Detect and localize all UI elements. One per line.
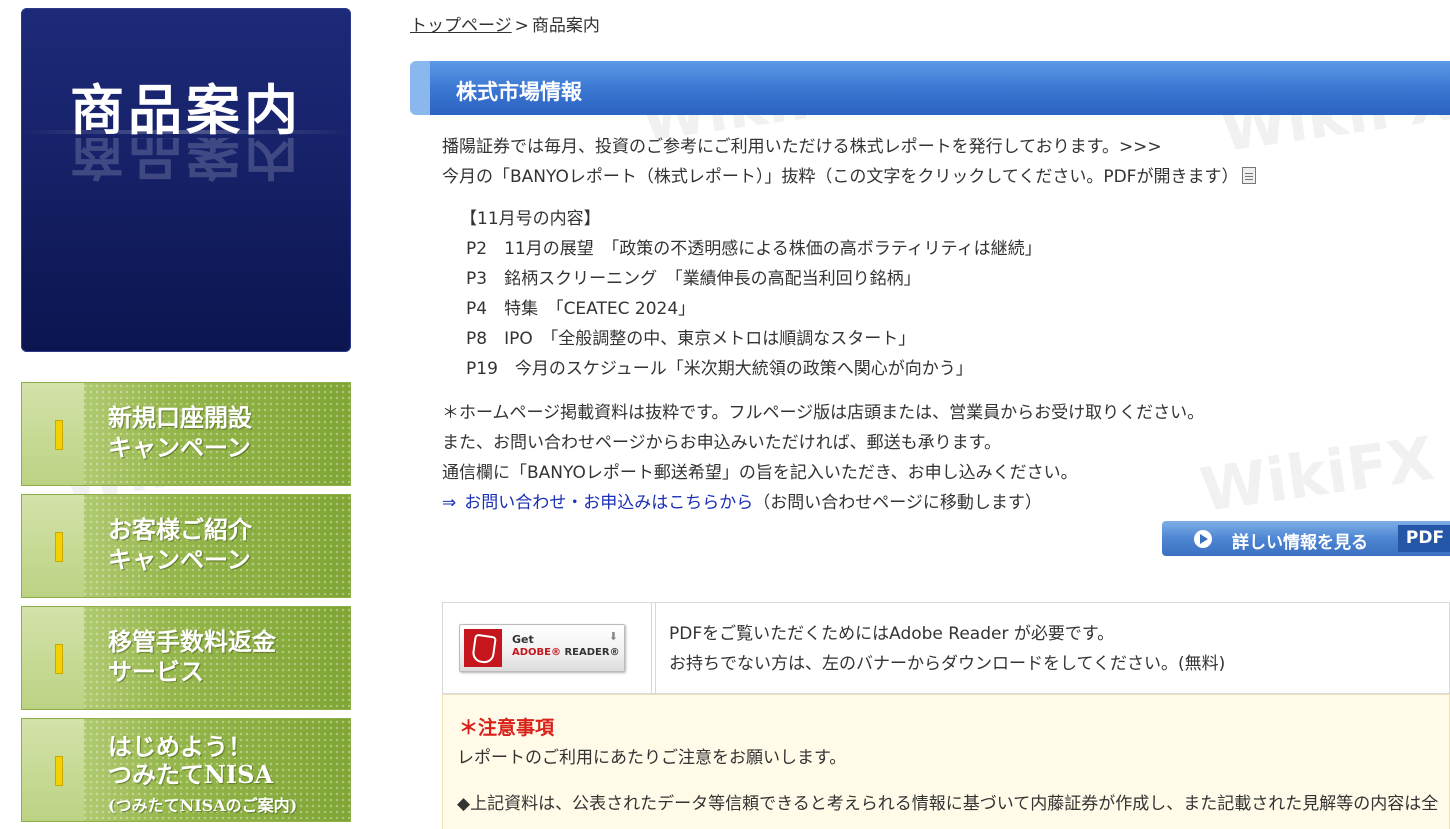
adobe-reader-text: PDFをご覧いただくためにはAdobe Reader が必要です。 お持ちでない… <box>669 619 1225 679</box>
sidebar-item-label: はじめよう！ <box>108 732 252 761</box>
breadcrumb-home-link[interactable]: トップページ <box>410 16 512 36</box>
adobe-line-2: お持ちでない方は、左のバナーからダウンロードをしてください。(無料) <box>669 654 1226 674</box>
sidebar-item-left-panel <box>22 719 84 821</box>
sidebar-item-left-panel <box>22 607 84 709</box>
pdf-tag: PDF <box>1398 525 1450 552</box>
sidebar-item-label: 移管手数料返金 <box>108 627 276 656</box>
contact-link[interactable]: お問い合わせ・お申込みはこちらから <box>464 493 753 513</box>
divider <box>651 603 652 693</box>
sidebar-hero-banner: 商品案内 商品案内 <box>21 8 351 352</box>
section-title: 株式市場情報 <box>456 80 582 104</box>
sidebar-item-left-panel <box>22 495 84 597</box>
sidebar-item-label: つみたてNISA <box>108 760 274 789</box>
caution-title: ＊注意事項 <box>459 717 555 739</box>
adobe-logo-icon <box>464 629 502 667</box>
get-adobe-reader-button[interactable]: Get ADOBE® READER® ⬇ <box>459 624 625 672</box>
adobe-badge-product: READER® <box>564 647 620 658</box>
sidebar-item-referral-campaign[interactable]: お客様ご紹介 キャンペーン <box>21 494 351 598</box>
sidebar-item-label: キャンペーン <box>108 433 251 462</box>
view-details-label: 詳しい情報を見る <box>1232 533 1368 553</box>
play-icon <box>1194 530 1212 548</box>
hero-title-reflection: 商品案内 <box>70 138 302 186</box>
report-pdf-link[interactable]: 今月の「BANYOレポート（株式レポート）」抜粋（この文字をクリックしてください… <box>442 167 1238 187</box>
breadcrumb-current: 商品案内 <box>531 16 600 36</box>
notes-text: ＊ホームページ掲載資料は抜粋です。フルページ版は店頭または、営業員からお受け取り… <box>442 398 1204 518</box>
divider <box>655 603 656 693</box>
breadcrumb: トップページ > 商品案内 <box>410 11 600 36</box>
download-arrow-icon: ⬇ <box>608 630 618 643</box>
intro-line-1: 播陽証券では毎月、投資のご参考にご利用いただける株式レポートを発行しております。… <box>442 137 1162 157</box>
caution-body: ◆上記資料は、公表されたデータ等信頼できると考えられる情報に基づいて内藤証券が作… <box>457 794 1439 814</box>
adobe-line-1: PDFをご覧いただくためにはAdobe Reader が必要です。 <box>669 624 1115 644</box>
adobe-badge-get: Get <box>512 633 534 646</box>
sidebar-item-tsumitate-nisa[interactable]: はじめよう！ つみたてNISA (つみたてNISAのご案内) <box>21 718 351 822</box>
yellow-marker-icon <box>55 532 63 562</box>
watermark: WikiFX <box>1196 424 1439 526</box>
intro-text: 播陽証券では毎月、投資のご参考にご利用いただける株式レポートを発行しております。… <box>442 132 1257 192</box>
sidebar-item-sublabel: (つみたてNISAのご案内) <box>108 796 298 815</box>
yellow-marker-icon <box>55 644 63 674</box>
list-item: P2 11月の展望 「政策の不透明感による株価の高ボラティリティは継続」 <box>466 239 1042 259</box>
hero-title: 商品案内 <box>70 78 302 142</box>
sidebar-item-label: サービス <box>108 657 204 686</box>
report-contents: 【11月号の内容】 P2 11月の展望 「政策の不透明感による株価の高ボラティリ… <box>460 204 1042 384</box>
contents-heading: 【11月号の内容】 <box>460 209 601 229</box>
note-line: ＊ホームページ掲載資料は抜粋です。フルページ版は店頭または、営業員からお受け取り… <box>442 403 1205 423</box>
sidebar: 商品案内 商品案内 新規口座開設 キャンペーン お客様ご紹介 キャンペーン 移管手数… <box>21 8 351 822</box>
adobe-reader-box: Get ADOBE® READER® ⬇ PDFをご覧いただくためにはAdobe… <box>442 602 1450 694</box>
sidebar-item-label: 新規口座開設 <box>108 403 252 432</box>
caution-box: ＊注意事項 レポートのご利用にあたりご注意をお願いします。 ◆上記資料は、公表さ… <box>442 694 1450 829</box>
list-item: P4 特集 「CEATEC 2024」 <box>466 299 696 319</box>
list-item: P8 IPO 「全般調整の中、東京メトロは順調なスタート」 <box>466 329 916 349</box>
view-details-pdf-button[interactable]: 詳しい情報を見る PDF <box>1162 521 1450 556</box>
contact-link-line: ⇒ お問い合わせ・お申込みはこちらから（お問い合わせページに移動します） <box>442 488 1204 518</box>
yellow-marker-icon <box>55 420 63 450</box>
note-line: 通信欄に「BANYOレポート郵送希望」の旨を記入いただき、お申し込みください。 <box>442 463 1078 483</box>
sidebar-item-transfer-fee-refund[interactable]: 移管手数料返金 サービス <box>21 606 351 710</box>
yellow-marker-icon <box>55 756 63 786</box>
list-item: P19 今月のスケジュール「米次期大統領の政策へ関心が向かう」 <box>466 359 973 379</box>
pdf-file-icon <box>1242 167 1257 184</box>
breadcrumb-separator: > <box>514 16 529 36</box>
sidebar-item-label: お客様ご紹介 <box>108 515 252 544</box>
sidebar-item-new-account-campaign[interactable]: 新規口座開設 キャンペーン <box>21 382 351 486</box>
sidebar-item-label: キャンペーン <box>108 545 251 574</box>
sidebar-item-left-panel <box>22 383 84 485</box>
note-line: また、お問い合わせページからお申込みいただければ、郵送も承ります。 <box>442 433 1001 453</box>
arrow-right-icon: ⇒ <box>442 493 457 513</box>
caution-subtitle: レポートのご利用にあたりご注意をお願いします。 <box>457 748 847 768</box>
adobe-badge-brand: ADOBE® <box>512 647 561 658</box>
section-header: 株式市場情報 <box>410 61 1450 115</box>
list-item: P3 銘柄スクリーニング 「業績伸長の高配当利回り銘柄」 <box>466 269 921 289</box>
contact-link-suffix: （お問い合わせページに移動します） <box>753 493 1042 513</box>
